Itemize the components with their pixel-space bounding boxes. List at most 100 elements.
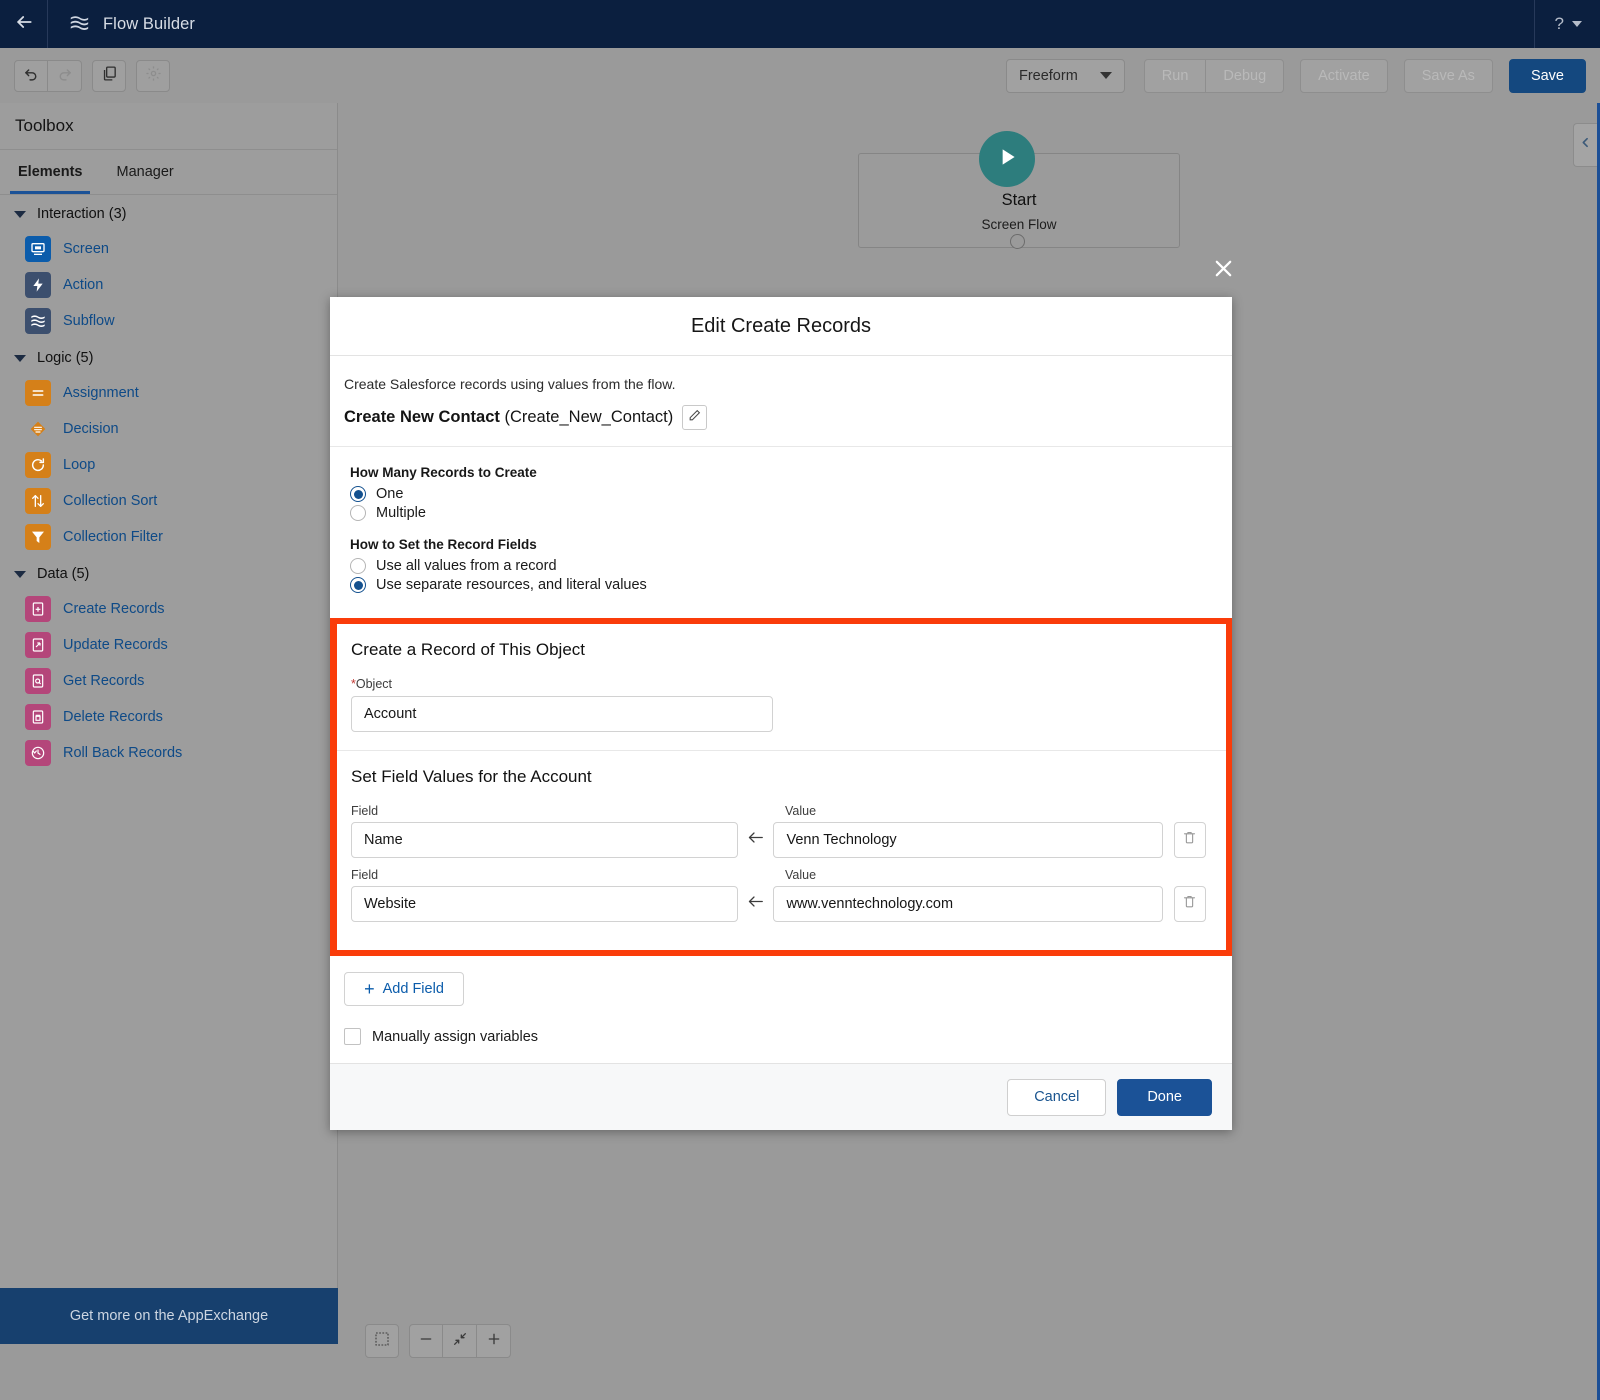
radio-one-label: One (376, 486, 403, 502)
value-input[interactable]: Venn Technology (773, 822, 1162, 858)
help-menu-button[interactable]: ? (1534, 0, 1600, 48)
section-logic[interactable]: Logic (5) (0, 339, 337, 375)
section-logic-label: Logic (5) (37, 350, 93, 366)
field-input[interactable]: Name (351, 822, 738, 858)
sidebar-item-label: Create Records (63, 601, 165, 617)
subflow-icon (25, 308, 51, 334)
radio-multiple[interactable]: Multiple (350, 505, 1218, 521)
sidebar-item-label: Loop (63, 457, 95, 473)
flow-toolbar: Freeform Run Debug Activate Save As Save (0, 48, 1600, 103)
delete-row-button[interactable] (1174, 822, 1206, 858)
sidebar-item-delete-records[interactable]: Delete Records (0, 699, 337, 735)
section-interaction[interactable]: Interaction (3) (0, 195, 337, 231)
sidebar-item-collection-filter[interactable]: Collection Filter (0, 519, 337, 555)
copy-button[interactable] (92, 60, 126, 92)
manually-assign-variables-row[interactable]: Manually assign variables (344, 1028, 1218, 1045)
object-section: Create a Record of This Object *Object A… (337, 624, 1226, 750)
add-field-button[interactable]: + Add Field (344, 972, 464, 1006)
done-button[interactable]: Done (1117, 1079, 1212, 1116)
toolbar-left-group (14, 60, 170, 92)
start-node-connector[interactable] (1010, 234, 1025, 249)
radio-use-all-values[interactable]: Use all values from a record (350, 558, 1218, 574)
chevron-down-icon[interactable] (14, 211, 26, 218)
delete-row-button[interactable] (1174, 886, 1206, 922)
sidebar-item-collection-sort[interactable]: Collection Sort (0, 483, 337, 519)
sidebar-item-assignment[interactable]: Assignment (0, 375, 337, 411)
save-as-button[interactable]: Save As (1404, 59, 1493, 93)
undo-button[interactable] (14, 60, 48, 92)
arrow-left-icon (14, 12, 34, 37)
section-data[interactable]: Data (5) (0, 555, 337, 591)
layout-mode-value: Freeform (1019, 68, 1078, 84)
manually-assign-variables-checkbox[interactable] (344, 1028, 361, 1045)
back-button[interactable] (0, 0, 48, 48)
field-input[interactable]: Website (351, 886, 738, 922)
plus-icon (486, 1331, 502, 1352)
arrow-left-icon (746, 894, 765, 914)
sidebar-item-screen[interactable]: Screen (0, 231, 337, 267)
highlight-annotation-box: Create a Record of This Object *Object A… (330, 618, 1232, 956)
field-values-section: Set Field Values for the Account Field V… (337, 751, 1226, 950)
radio-use-separate-resources-input[interactable] (350, 577, 366, 593)
modal-title: Edit Create Records (330, 297, 1232, 356)
start-node-circle[interactable] (979, 131, 1035, 187)
tab-elements[interactable]: Elements (10, 150, 90, 194)
radio-use-all-values-input[interactable] (350, 558, 366, 574)
object-section-title: Create a Record of This Object (351, 640, 1206, 660)
chevron-down-icon[interactable] (14, 571, 26, 578)
copy-icon (101, 65, 118, 87)
modal-description: Create Salesforce records using values f… (344, 376, 1218, 392)
collapse-panel-button[interactable] (1573, 123, 1597, 167)
arrow-left-icon (746, 830, 765, 850)
sidebar-item-create-records[interactable]: Create Records (0, 591, 337, 627)
modal-bottom-section: + Add Field Manually assign variables (330, 956, 1232, 1063)
field-values-title: Set Field Values for the Account (351, 767, 1206, 787)
value-input[interactable]: www.venntechnology.com (773, 886, 1162, 922)
redo-button[interactable] (48, 60, 82, 92)
sidebar-item-subflow[interactable]: Subflow (0, 303, 337, 339)
sidebar-item-update-records[interactable]: Update Records (0, 627, 337, 663)
close-icon (1212, 257, 1235, 285)
radio-one-input[interactable] (350, 486, 366, 502)
get-records-icon (25, 668, 51, 694)
sidebar-item-decision[interactable]: Decision (0, 411, 337, 447)
edit-create-records-modal: Edit Create Records Create Salesforce re… (330, 297, 1232, 1130)
plus-icon: + (364, 980, 375, 998)
sidebar-item-loop[interactable]: Loop (0, 447, 337, 483)
element-name: Create New Contact (Create_New_Contact) (344, 408, 673, 427)
fit-to-view-button[interactable] (443, 1324, 477, 1358)
zoom-out-button[interactable] (409, 1324, 443, 1358)
marquee-select-button[interactable] (365, 1324, 399, 1358)
app-title: Flow Builder (103, 15, 195, 34)
settings-button[interactable] (136, 60, 170, 92)
fit-to-view-icon (452, 1331, 468, 1352)
save-button[interactable]: Save (1509, 59, 1586, 93)
cancel-button[interactable]: Cancel (1007, 1079, 1106, 1116)
bolt-icon (25, 272, 51, 298)
appexchange-link[interactable]: Get more on the AppExchange (0, 1288, 338, 1344)
sort-icon (25, 488, 51, 514)
debug-button[interactable]: Debug (1206, 59, 1284, 93)
radio-multiple-input[interactable] (350, 505, 366, 521)
run-button[interactable]: Run (1144, 59, 1207, 93)
chevron-down-icon[interactable] (14, 355, 26, 362)
edit-label-button[interactable] (682, 405, 707, 430)
sidebar-item-get-records[interactable]: Get Records (0, 663, 337, 699)
zoom-in-button[interactable] (477, 1324, 511, 1358)
element-name-row: Create New Contact (Create_New_Contact) (344, 405, 1218, 430)
tab-manager[interactable]: Manager (108, 150, 181, 194)
chevron-left-icon (1579, 136, 1592, 154)
field-column-label: Field (351, 804, 749, 818)
layout-mode-select[interactable]: Freeform (1006, 59, 1125, 93)
object-input[interactable]: Account (351, 696, 773, 732)
activate-button[interactable]: Activate (1300, 59, 1388, 93)
toolbox-sidebar: Toolbox Elements Manager Interaction (3)… (0, 103, 338, 1344)
radio-use-separate-resources[interactable]: Use separate resources, and literal valu… (350, 577, 1218, 593)
sidebar-item-roll-back-records[interactable]: Roll Back Records (0, 735, 337, 771)
sidebar-item-action[interactable]: Action (0, 267, 337, 303)
pencil-icon (688, 409, 701, 427)
sidebar-item-label: Roll Back Records (63, 745, 182, 761)
element-label: Create New Contact (344, 408, 500, 426)
modal-close-button[interactable] (1208, 256, 1238, 286)
radio-one[interactable]: One (350, 486, 1218, 502)
